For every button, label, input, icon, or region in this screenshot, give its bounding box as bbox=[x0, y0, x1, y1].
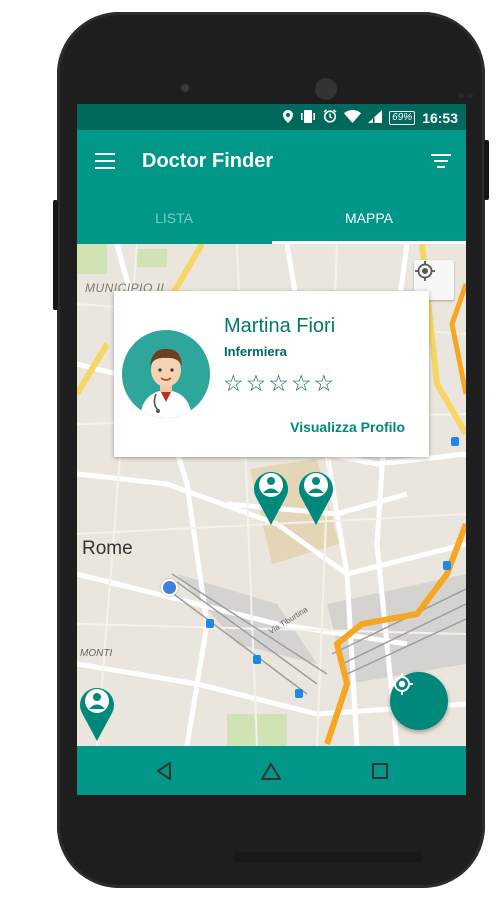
star-icon[interactable]: ☆ bbox=[291, 369, 312, 397]
app-title: Doctor Finder bbox=[142, 150, 274, 172]
tab-mappa[interactable]: MAPPA bbox=[272, 192, 466, 244]
map-view[interactable]: MUNICIPIO II Rome MONTI Via Tiburtina Ma… bbox=[77, 244, 466, 746]
locate-me-fab[interactable] bbox=[390, 672, 448, 730]
proximity-sensor bbox=[459, 85, 479, 98]
doctor-avatar bbox=[122, 330, 210, 418]
battery-icon: 69% bbox=[389, 111, 416, 125]
star-icon[interactable]: ☆ bbox=[223, 369, 244, 397]
current-location-dot bbox=[161, 579, 178, 596]
rating-stars: ☆ ☆ ☆ ☆ ☆ bbox=[223, 369, 334, 397]
status-bar: 69% 16:53 bbox=[77, 104, 466, 130]
earpiece-speaker bbox=[315, 78, 337, 100]
app-bar: Doctor Finder bbox=[77, 130, 466, 192]
signal-icon bbox=[368, 109, 383, 127]
doctor-map-pin[interactable] bbox=[297, 467, 335, 525]
star-icon[interactable]: ☆ bbox=[268, 369, 289, 397]
recents-icon[interactable] bbox=[367, 758, 393, 784]
phone-screen: 69% 16:53 Doctor Finder LISTA MAPPA MUNI… bbox=[77, 104, 466, 795]
bottom-speaker bbox=[233, 852, 423, 862]
front-camera bbox=[181, 84, 189, 92]
bus-stop-icon bbox=[295, 689, 303, 698]
bus-stop-icon bbox=[206, 619, 214, 628]
system-nav-bar bbox=[77, 746, 466, 795]
doctor-info-card[interactable]: Martina Fiori Infermiera ☆ ☆ ☆ ☆ ☆ Visua… bbox=[114, 291, 429, 457]
gps-fixed-icon bbox=[391, 673, 413, 695]
wifi-icon bbox=[344, 109, 362, 127]
doctor-map-pin[interactable] bbox=[252, 467, 290, 525]
bus-stop-icon bbox=[451, 437, 459, 446]
star-icon[interactable]: ☆ bbox=[314, 369, 335, 397]
location-icon bbox=[283, 109, 294, 127]
view-profile-link[interactable]: Visualizza Profilo bbox=[290, 419, 405, 435]
doctor-name: Martina Fiori bbox=[224, 315, 336, 337]
home-icon[interactable] bbox=[258, 758, 284, 784]
star-icon[interactable]: ☆ bbox=[246, 369, 267, 397]
doctor-map-pin[interactable] bbox=[78, 683, 116, 741]
alarm-icon bbox=[323, 109, 337, 127]
tab-lista[interactable]: LISTA bbox=[77, 192, 271, 244]
power-button bbox=[484, 140, 489, 200]
doctor-role: Infermiera bbox=[224, 344, 287, 359]
bus-stop-icon bbox=[443, 561, 451, 570]
hamburger-menu-icon[interactable] bbox=[95, 153, 115, 169]
back-icon[interactable] bbox=[151, 758, 177, 784]
clock: 16:53 bbox=[422, 110, 458, 126]
vibrate-icon bbox=[300, 109, 316, 127]
crosshair-icon bbox=[415, 261, 435, 281]
map-label-city: Rome bbox=[82, 538, 133, 559]
map-label-district: MONTI bbox=[80, 648, 113, 659]
tab-bar: LISTA MAPPA bbox=[77, 192, 466, 244]
bus-stop-icon bbox=[253, 655, 261, 664]
volume-button bbox=[53, 200, 58, 310]
filter-icon[interactable] bbox=[430, 154, 452, 170]
